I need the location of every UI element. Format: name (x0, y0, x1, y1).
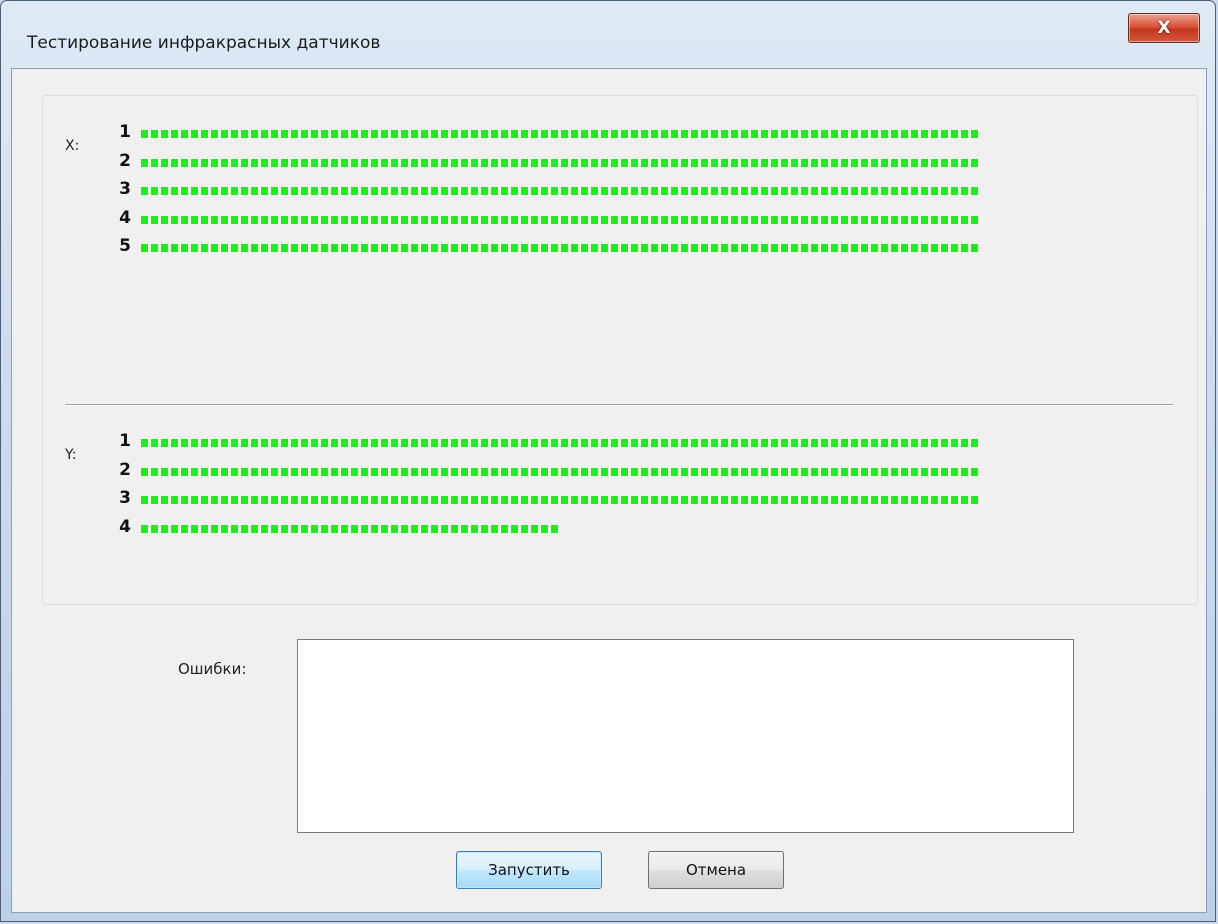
dialog-window: Тестирование инфракрасных датчиков X X: … (0, 0, 1216, 922)
x-sensor-bar (141, 130, 978, 138)
close-button[interactable]: X (1128, 13, 1200, 43)
x-sensor-number: 1 (119, 122, 131, 142)
x-sensor-bar (141, 215, 978, 224)
errors-textbox[interactable] (297, 639, 1074, 833)
start-button[interactable]: Запустить (456, 851, 602, 889)
x-sensor-bar (141, 244, 978, 252)
y-sensor-number: 4 (119, 516, 131, 537)
y-sensor-bar (141, 496, 978, 504)
y-sensor-number: 2 (119, 459, 131, 480)
y-sensor-bar (141, 439, 978, 447)
x-axis-label: X: (65, 138, 80, 154)
x-sensor-number: 5 (119, 236, 131, 256)
close-icon: X (1157, 18, 1171, 38)
window-title: Тестирование инфракрасных датчиков (27, 33, 381, 53)
y-axis-label: Y: (65, 447, 77, 463)
sensor-panel: X: 1 2 3 4 5 Y: 1 2 3 4 (42, 95, 1198, 605)
x-sensor-bar (141, 158, 978, 167)
y-sensor-bar (141, 467, 978, 476)
x-sensor-number: 2 (119, 150, 131, 171)
cancel-button[interactable]: Отмена (648, 851, 784, 889)
errors-label: Ошибки: (178, 660, 247, 678)
y-sensor-number: 1 (119, 431, 131, 451)
dialog-client-area: X: 1 2 3 4 5 Y: 1 2 3 4 Ошибки: Запустить Отмен… (11, 68, 1207, 913)
y-sensor-number: 3 (119, 488, 131, 508)
axis-separator (65, 404, 1173, 405)
x-sensor-bar (141, 187, 978, 195)
x-sensor-number: 4 (119, 207, 131, 228)
x-sensor-number: 3 (119, 179, 131, 199)
y-sensor-bar (141, 524, 558, 533)
